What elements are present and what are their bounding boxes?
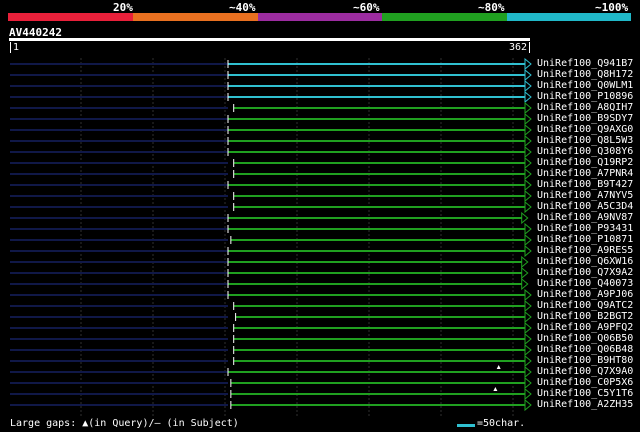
hit-label[interactable]: UniRef100_P93431 — [537, 223, 633, 234]
hit-arrowhead — [524, 189, 532, 203]
hit-label[interactable]: UniRef100_C0P5X6 — [537, 377, 633, 388]
hit-arrowhead — [524, 343, 532, 357]
hit-arrowhead — [524, 376, 532, 390]
hit-arrowhead — [524, 233, 532, 247]
query-gap-marker — [496, 365, 501, 369]
hit-arrowhead — [524, 134, 532, 148]
hit-arrowhead — [521, 211, 529, 225]
hit-label[interactable]: UniRef100_Q8H172 — [537, 69, 633, 80]
hit-label[interactable]: UniRef100_B9SDY7 — [537, 113, 633, 124]
hit-arrowhead — [524, 299, 532, 313]
hit-arrowhead — [524, 167, 532, 181]
hit-arrowhead — [521, 266, 529, 280]
hit-arrowhead — [524, 222, 532, 236]
hit-arrowhead — [521, 255, 529, 269]
hit-arrowhead — [524, 365, 532, 379]
hit-arrowhead — [524, 68, 532, 82]
hit-arrowhead — [524, 112, 532, 126]
hit-arrowhead — [524, 90, 532, 104]
hit-arrowhead — [524, 57, 532, 71]
hit-arrowhead — [524, 156, 532, 170]
hit-label[interactable]: UniRef100_P10896 — [537, 91, 633, 102]
hit-label[interactable]: UniRef100_B2BGT2 — [537, 311, 633, 322]
hit-arrowhead — [524, 101, 532, 115]
hit-label[interactable]: UniRef100_Q06B48 — [537, 344, 633, 355]
hit-label[interactable]: UniRef100_Q9AXG0 — [537, 124, 633, 135]
hit-label[interactable]: UniRef100_Q9ATC2 — [537, 300, 633, 311]
hit-label[interactable]: UniRef100_Q06B50 — [537, 333, 633, 344]
hit-label[interactable]: UniRef100_B9HT80 — [537, 355, 633, 366]
hit-label[interactable]: UniRef100_A9PFQ2 — [537, 322, 633, 333]
hit-arrowhead — [524, 354, 532, 368]
gaps-legend-text: Large gaps: ▲(in Query)/— (in Subject) — [10, 418, 239, 429]
hit-arrowhead — [524, 244, 532, 258]
query-gap-marker — [493, 387, 498, 391]
hit-label[interactable]: UniRef100_Q40073 — [537, 278, 633, 289]
hit-label[interactable]: UniRef100_Q19RP2 — [537, 157, 633, 168]
hit-label[interactable]: UniRef100_Q308Y6 — [537, 146, 633, 157]
hit-arrowhead — [524, 123, 532, 137]
hit-label[interactable]: UniRef100_Q0WLM1 — [537, 80, 633, 91]
hit-label[interactable]: UniRef100_A7NYV5 — [537, 190, 633, 201]
hit-arrowhead — [524, 310, 532, 324]
hit-label[interactable]: UniRef100_P10871 — [537, 234, 633, 245]
hit-label[interactable]: UniRef100_Q8L5W3 — [537, 135, 633, 146]
hit-arrowhead — [524, 398, 532, 412]
hit-label[interactable]: UniRef100_Q941B7 — [537, 58, 633, 69]
hit-label[interactable]: UniRef100_A7PNR4 — [537, 168, 633, 179]
hit-arrowhead — [524, 321, 532, 335]
hit-label[interactable]: UniRef100_A8QIH7 — [537, 102, 633, 113]
hit-label[interactable]: UniRef100_Q7X9A0 — [537, 366, 633, 377]
hit-label[interactable]: UniRef100_Q7X9A2 — [537, 267, 633, 278]
hit-arrowhead — [524, 200, 532, 214]
hit-label[interactable]: UniRef100_C5Y1T6 — [537, 388, 633, 399]
hit-label[interactable]: UniRef100_B9T427 — [537, 179, 633, 190]
hit-label[interactable]: UniRef100_A5C3D4 — [537, 201, 633, 212]
hit-label[interactable]: UniRef100_A9PJ06 — [537, 289, 633, 300]
hit-arrowhead — [524, 178, 532, 192]
hit-label[interactable]: UniRef100_A9RES5 — [537, 245, 633, 256]
hit-arrowhead — [521, 277, 529, 291]
hit-label[interactable]: UniRef100_A2ZH35 — [537, 399, 633, 410]
hit-arrowhead — [524, 387, 532, 401]
scale-text: =50char. — [477, 418, 526, 429]
hit-arrowhead — [524, 332, 532, 346]
hit-label[interactable]: UniRef100_Q6XW16 — [537, 256, 633, 267]
hit-label[interactable]: UniRef100_A9NV87 — [537, 212, 633, 223]
scale-line — [457, 424, 475, 427]
hit-arrowhead — [524, 145, 532, 159]
hit-arrowhead — [524, 79, 532, 93]
hit-arrowhead — [524, 288, 532, 302]
